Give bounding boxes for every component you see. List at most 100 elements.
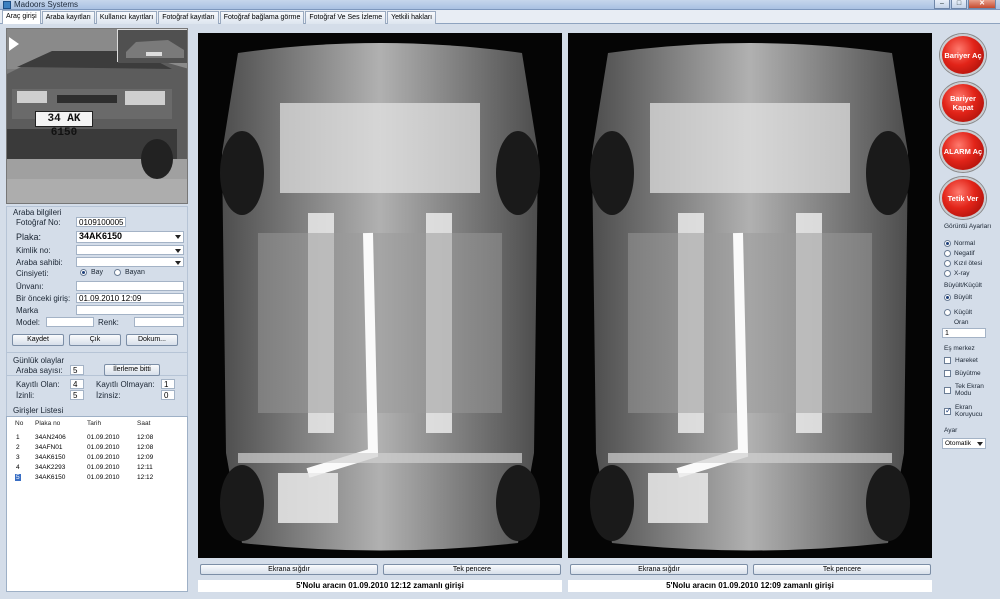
play-icon[interactable] (9, 37, 19, 51)
entries-title: Girişler Listesi (13, 406, 64, 415)
setting-select[interactable]: Otomatik (942, 438, 986, 449)
permitted-field: 5 (70, 390, 84, 400)
view-mode-radio-xray[interactable] (944, 270, 951, 277)
minimize-button[interactable]: – (934, 0, 950, 9)
column-header: No (15, 420, 24, 427)
undercarriage-view-left[interactable] (198, 33, 562, 558)
gender-label: Cinsiyeti: (16, 269, 49, 278)
fit-screen-button-left[interactable]: Ekrana sığdır (200, 564, 378, 575)
undercarriage-view-right[interactable] (568, 33, 932, 558)
model-field[interactable] (46, 317, 94, 327)
unpermitted-label: İzinsiz: (96, 391, 121, 400)
zoom-label: Büyült/Küçült (944, 282, 982, 289)
chevron-down-icon (175, 235, 181, 239)
tab-permissions[interactable]: Yetkili hakları (387, 11, 437, 24)
model-label: Model: (16, 318, 41, 327)
maximize-button[interactable]: □ (951, 0, 967, 9)
alarm-open-button[interactable]: ALARM Aç (940, 130, 986, 172)
checkbox-single-screen[interactable] (944, 387, 951, 394)
tab-photo-records[interactable]: Fotoğraf kayıtları (158, 11, 219, 24)
view-mode-negative-label: Negatif (954, 250, 975, 257)
car-count-field: 5 (70, 365, 84, 375)
brand-field[interactable] (76, 305, 184, 315)
chevron-down-icon (175, 249, 181, 253)
table-row[interactable]: 1 34AN2406 01.09.2010 12:08 (7, 433, 187, 443)
prev-entry-label: Bir önceki giriş: (16, 294, 71, 303)
trigger-button[interactable]: Tetik Ver (940, 177, 986, 219)
column-header: Tarih (87, 420, 102, 427)
view-mode-radio-infrared[interactable] (944, 260, 951, 267)
camera-feed: 34 AK 6150 (6, 28, 188, 204)
table-row[interactable]: 5 34AK6150 01.09.2010 12:12 (7, 473, 187, 483)
tab-vehicle-entry[interactable]: Araç girişi (2, 10, 41, 24)
row-no: 3 (16, 454, 20, 461)
table-row[interactable]: 2 34AFN01 01.09.2010 12:08 (7, 443, 187, 453)
car-info-title: Araba bilgileri (13, 208, 62, 217)
row-date: 01.09.2010 (87, 434, 120, 441)
center-label: Eş merkez (944, 345, 975, 352)
zoom-out-radio[interactable] (944, 309, 951, 316)
row-plate: 34AK2293 (35, 464, 66, 471)
gender-radio-male[interactable] (80, 269, 87, 276)
close-button[interactable]: ✕ (968, 0, 996, 9)
view-settings-label: Görüntü Ayarları (944, 223, 992, 230)
row-time: 12:09 (137, 454, 154, 461)
owner-select[interactable] (76, 257, 184, 267)
app-icon (3, 1, 11, 9)
daily-events-title: Günlük olaylar (13, 356, 65, 365)
camera-thumbnail[interactable] (117, 29, 187, 63)
title-field[interactable] (76, 281, 184, 291)
gender-female-label: Bayan (125, 269, 145, 276)
row-time: 12:08 (137, 444, 154, 451)
brand-label: Marka (16, 306, 39, 315)
view-mode-xray-label: X-ray (954, 270, 970, 277)
barrier-close-button[interactable]: Bariyer Kapat (940, 82, 986, 124)
row-date: 01.09.2010 (87, 464, 120, 471)
tab-car-records[interactable]: Araba kayıtları (41, 11, 95, 24)
barrier-open-button[interactable]: Bariyer Aç (940, 34, 986, 76)
view-mode-radio-negative[interactable] (944, 250, 951, 257)
row-no-selected: 5 (15, 474, 21, 481)
column-header: Plaka no (35, 420, 61, 427)
id-select[interactable] (76, 245, 184, 255)
column-header: Saat (137, 420, 151, 427)
gender-radio-female[interactable] (114, 269, 121, 276)
document-button[interactable]: Dokum... (126, 334, 178, 346)
exit-button[interactable]: Çık (69, 334, 121, 346)
ratio-label: Oran (954, 319, 969, 326)
single-window-button-right[interactable]: Tek pencere (753, 564, 931, 575)
zoom-out-label: Küçült (954, 309, 973, 316)
single-window-button-left[interactable]: Tek pencere (383, 564, 561, 575)
license-plate: 34 AK 6150 (35, 111, 93, 139)
plate-select[interactable]: 34AK6150 (76, 231, 184, 243)
view-mode-infrared-label: Kızıl ötesi (954, 260, 983, 267)
tab-user-records[interactable]: Kullanıcı kayıtları (95, 11, 158, 24)
checkbox-screensaver[interactable] (944, 406, 952, 415)
row-no: 1 (16, 434, 20, 441)
table-row[interactable]: 4 34AK2293 01.09.2010 12:11 (7, 463, 187, 473)
row-date: 01.09.2010 (87, 444, 120, 451)
car-count-label: Araba sayısı: (16, 366, 63, 375)
row-date: 01.09.2010 (87, 474, 120, 481)
photo-no-field[interactable]: 0109100005 (76, 217, 126, 227)
tab-photo-compare[interactable]: Fotoğraf bağlama görme (219, 11, 305, 24)
view-mode-radio-normal[interactable] (944, 240, 951, 247)
zoom-in-radio[interactable] (944, 294, 951, 301)
prev-entry-field[interactable]: 01.09.2010 12:09 (76, 293, 184, 303)
fit-screen-button-right[interactable]: Ekrana sığdır (570, 564, 748, 575)
table-row[interactable]: 3 34AK6150 01.09.2010 12:09 (7, 453, 187, 463)
checkbox-magnify[interactable] (944, 370, 951, 377)
registered-label: Kayıtlı Olan: (16, 380, 60, 389)
checkbox-screensaver-label: Ekran Koruyucu (955, 404, 983, 418)
owner-label: Araba sahibi: (16, 258, 63, 267)
save-button[interactable]: Kaydet (12, 334, 64, 346)
unpermitted-field: 0 (161, 390, 175, 400)
tab-photo-sound-monitor[interactable]: Fotoğraf Ve Ses İzleme (305, 11, 387, 24)
color-field[interactable] (134, 317, 184, 327)
row-no: 4 (16, 464, 20, 471)
checkbox-motion[interactable] (944, 357, 951, 364)
ratio-field[interactable]: 1 (942, 328, 986, 338)
row-time: 12:11 (137, 464, 153, 471)
title-bar: Madoors Systems – □ ✕ (0, 0, 1000, 10)
process-done-button[interactable]: İlerleme bitti (104, 364, 160, 376)
